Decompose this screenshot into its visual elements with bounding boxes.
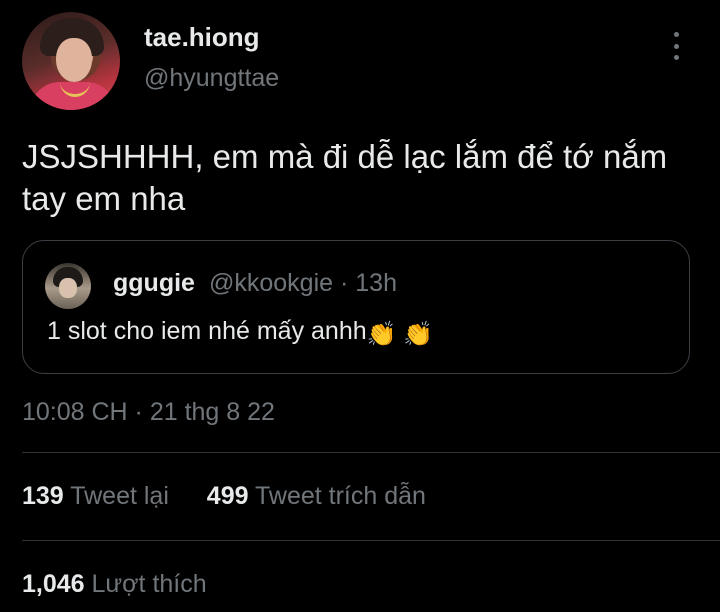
retweets-stat[interactable]: 139 Tweet lại bbox=[22, 482, 176, 510]
author-avatar[interactable] bbox=[22, 12, 120, 110]
author-handle[interactable]: @hyungttae bbox=[144, 64, 279, 93]
likes-count: 1,046 bbox=[22, 570, 85, 598]
quoted-tweet-text-row: 1 slot cho iem nhé mấy anhh👏 👏 bbox=[47, 317, 433, 349]
retweets-count: 139 bbox=[22, 482, 64, 510]
retweets-label: Tweet lại bbox=[70, 482, 169, 510]
quoted-author-name: ggugie bbox=[113, 269, 195, 297]
more-options-icon[interactable] bbox=[666, 30, 686, 62]
quotes-count: 499 bbox=[206, 482, 249, 510]
quoted-tweet[interactable]: ggugie @kkookgie · 13h 1 slot cho iem nh… bbox=[22, 240, 690, 374]
quoted-author-meta: @kkookgie · 13h bbox=[209, 269, 397, 297]
author-display-name[interactable]: tae.hiong bbox=[144, 22, 260, 53]
likes-stat[interactable]: 1,046 Lượt thích bbox=[22, 570, 207, 598]
tweet-timestamp[interactable]: 10:08 CH · 21 thg 8 22 bbox=[22, 398, 275, 427]
quoted-tweet-text: 1 slot cho iem nhé mấy anhh bbox=[47, 317, 367, 345]
divider bbox=[22, 540, 720, 541]
divider bbox=[22, 452, 720, 453]
stats-row-likes: 1,046 Lượt thích bbox=[22, 570, 207, 599]
stats-row-engagement: 139 Tweet lại 499 Tweet trích dẫn bbox=[22, 482, 426, 511]
quoted-author-avatar bbox=[45, 263, 91, 309]
clapping-hands-icon: 👏 👏 bbox=[366, 321, 434, 348]
quotes-stat[interactable]: 499 Tweet trích dẫn bbox=[207, 482, 426, 510]
likes-label: Lượt thích bbox=[91, 570, 207, 598]
quotes-label: Tweet trích dẫn bbox=[255, 482, 426, 510]
tweet-text: JSJSHHHH, em mà đi dễ lạc lắm để tớ nắm … bbox=[22, 138, 668, 217]
